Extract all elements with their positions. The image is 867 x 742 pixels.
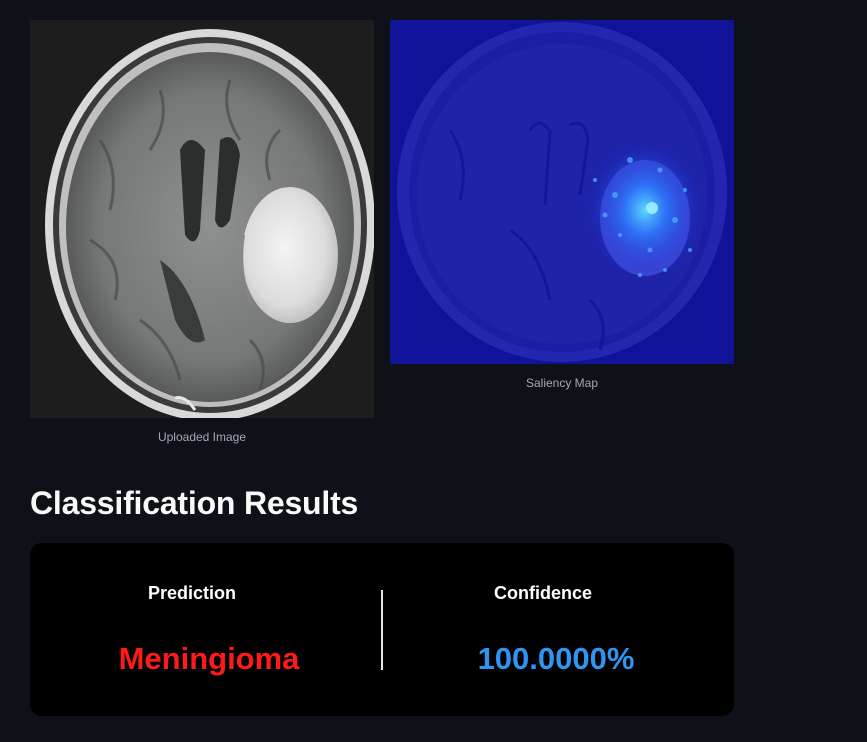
saliency-map-image [390, 20, 734, 364]
uploaded-image [30, 20, 374, 418]
uploaded-image-caption: Uploaded Image [157, 430, 247, 444]
results-card: Prediction Meningioma Confidence 100.000… [30, 543, 734, 716]
classification-results-title: Classification Results [30, 485, 359, 521]
app-page: Uploaded Image Saliency Map Classificati… [0, 0, 867, 742]
confidence-label: Confidence [493, 583, 592, 603]
uploaded-image-figure: Uploaded Image [30, 20, 374, 444]
confidence-metric: Confidence 100.0000% [382, 543, 734, 716]
prediction-metric: Prediction Meningioma [30, 543, 380, 716]
saliency-map-caption: Saliency Map [525, 376, 599, 390]
prediction-value: Meningioma [118, 641, 300, 676]
prediction-label: Prediction [147, 583, 236, 603]
confidence-value: 100.0000% [477, 641, 635, 676]
saliency-map-figure: Saliency Map [390, 20, 734, 390]
